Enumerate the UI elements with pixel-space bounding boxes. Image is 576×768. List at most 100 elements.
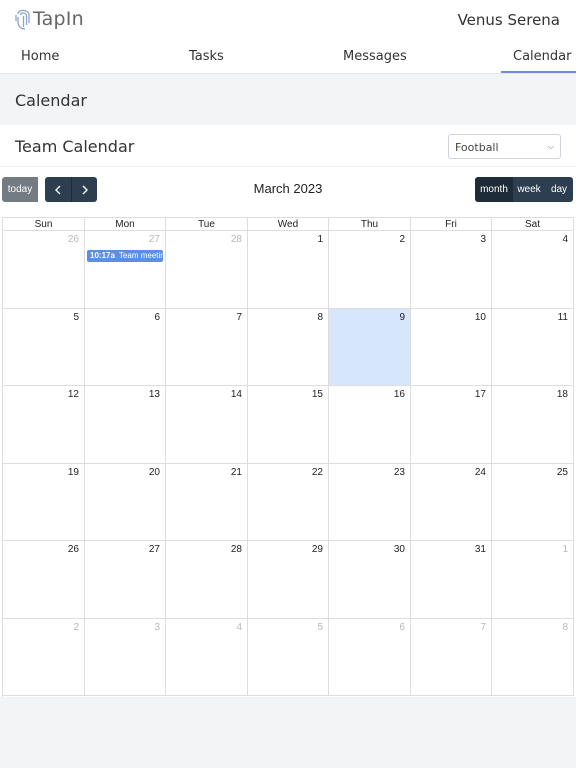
day-cell[interactable]: 27 [85,541,166,619]
day-number[interactable]: 22 [312,467,323,478]
day-cell[interactable]: 8 [492,618,574,696]
day-number[interactable]: 26 [68,544,79,555]
day-cell[interactable]: 1 [248,231,329,309]
tab-tasks[interactable]: Tasks [189,49,224,64]
day-number[interactable]: 25 [557,467,568,478]
day-number[interactable]: 27 [149,234,160,245]
day-number[interactable]: 2 [73,622,79,633]
day-cell-today[interactable]: 9 [329,308,411,386]
team-select[interactable]: Football ⌵ [448,134,561,159]
day-cell[interactable]: 6 [329,618,411,696]
day-cell[interactable]: 12 [3,386,85,464]
day-cell[interactable]: 7 [166,308,248,386]
day-number[interactable]: 8 [562,622,568,633]
day-cell[interactable]: 16 [329,386,411,464]
day-cell[interactable]: 24 [411,463,492,541]
day-cell[interactable]: 26 [3,231,85,309]
day-cell[interactable]: 8 [248,308,329,386]
day-cell[interactable]: 27 10:17aTeam meeting [85,231,166,309]
day-cell[interactable]: 1 [492,541,574,619]
day-number[interactable]: 28 [231,544,242,555]
day-number[interactable]: 30 [394,544,405,555]
day-number[interactable]: 27 [149,544,160,555]
day-number[interactable]: 29 [312,544,323,555]
day-cell[interactable]: 21 [166,463,248,541]
day-cell[interactable]: 25 [492,463,574,541]
week-view-button[interactable]: week [513,177,545,202]
day-cell[interactable]: 5 [248,618,329,696]
day-cell[interactable]: 11 [492,308,574,386]
day-number[interactable]: 21 [231,467,242,478]
day-number[interactable]: 31 [475,544,486,555]
day-number[interactable]: 20 [149,467,160,478]
day-cell[interactable]: 17 [411,386,492,464]
page-header: Calendar [0,75,576,125]
top-bar: TapIn Venus Serena Home Tasks Messages C… [0,0,576,74]
day-number[interactable]: 26 [68,234,79,245]
day-cell[interactable]: 26 [3,541,85,619]
day-cell[interactable]: 4 [166,618,248,696]
day-cell[interactable]: 2 [329,231,411,309]
tab-messages[interactable]: Messages [343,49,407,64]
app-logo[interactable]: TapIn [15,6,84,32]
day-number[interactable]: 3 [480,234,486,245]
day-cell[interactable]: 20 [85,463,166,541]
day-number[interactable]: 1 [562,544,568,555]
team-calendar-card: Team Calendar Football ⌵ today March 202… [0,125,576,697]
event-time: 10:17a [90,251,115,260]
day-number[interactable]: 10 [475,312,486,323]
day-cell[interactable]: 2 [3,618,85,696]
calendar-event[interactable]: 10:17aTeam meeting [87,250,163,262]
day-cell[interactable]: 6 [85,308,166,386]
day-number[interactable]: 1 [317,234,323,245]
day-cell[interactable]: 18 [492,386,574,464]
weekday-header: Sat [492,218,574,231]
day-number[interactable]: 12 [68,389,79,400]
day-cell[interactable]: 5 [3,308,85,386]
day-view-button[interactable]: day [545,177,573,202]
day-cell[interactable]: 10 [411,308,492,386]
day-cell[interactable]: 7 [411,618,492,696]
day-number[interactable]: 4 [562,234,568,245]
day-cell[interactable]: 28 [166,541,248,619]
day-cell[interactable]: 22 [248,463,329,541]
day-number[interactable]: 11 [558,312,568,323]
day-cell[interactable]: 4 [492,231,574,309]
day-cell[interactable]: 15 [248,386,329,464]
day-number[interactable]: 17 [475,389,486,400]
day-number[interactable]: 14 [231,389,242,400]
day-cell[interactable]: 14 [166,386,248,464]
day-number[interactable]: 4 [236,622,242,633]
day-number[interactable]: 23 [394,467,405,478]
day-number[interactable]: 19 [68,467,79,478]
day-cell[interactable]: 28 [166,231,248,309]
day-cell[interactable]: 3 [85,618,166,696]
day-number[interactable]: 6 [154,312,160,323]
day-number[interactable]: 5 [73,312,79,323]
day-cell[interactable]: 3 [411,231,492,309]
day-cell[interactable]: 13 [85,386,166,464]
day-number[interactable]: 5 [317,622,323,633]
day-number[interactable]: 6 [399,622,405,633]
tab-home[interactable]: Home [21,49,59,64]
user-name[interactable]: Venus Serena [458,11,560,29]
day-number[interactable]: 16 [394,389,405,400]
day-number[interactable]: 15 [312,389,323,400]
day-number[interactable]: 7 [480,622,486,633]
tab-calendar[interactable]: Calendar [513,49,571,64]
day-number[interactable]: 18 [557,389,568,400]
day-number[interactable]: 2 [399,234,405,245]
day-number[interactable]: 9 [399,312,405,323]
month-view-button[interactable]: month [475,177,513,202]
day-number[interactable]: 3 [154,622,160,633]
day-number[interactable]: 24 [475,467,486,478]
day-number[interactable]: 7 [236,312,242,323]
day-number[interactable]: 13 [149,389,160,400]
day-cell[interactable]: 19 [3,463,85,541]
day-cell[interactable]: 23 [329,463,411,541]
day-cell[interactable]: 29 [248,541,329,619]
day-number[interactable]: 8 [317,312,323,323]
day-cell[interactable]: 31 [411,541,492,619]
day-number[interactable]: 28 [231,234,242,245]
day-cell[interactable]: 30 [329,541,411,619]
